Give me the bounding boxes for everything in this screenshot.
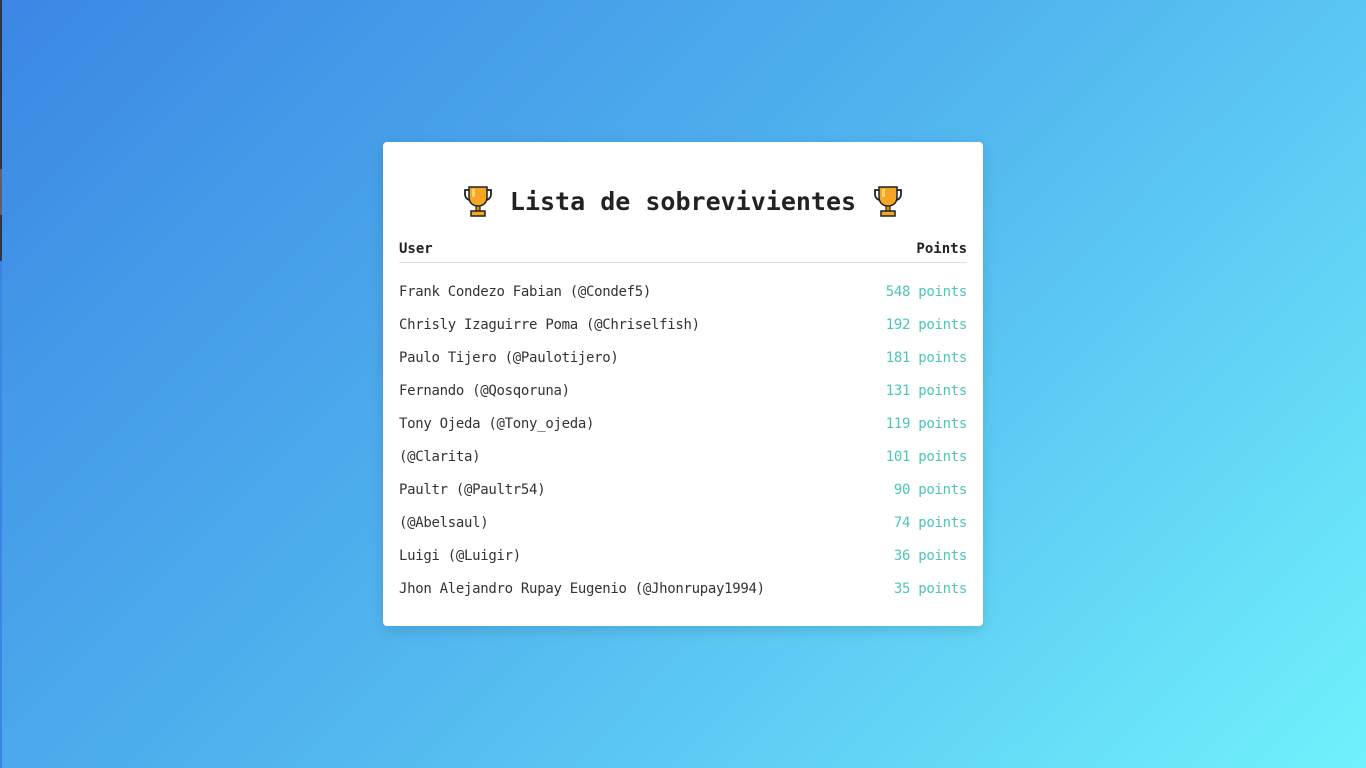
table-row: Frank Condezo Fabian (@Condef5) 548 poin… [399, 275, 967, 308]
trophy-icon [874, 186, 902, 217]
user-points: 36 points [893, 547, 967, 564]
table-row: Paulo Tijero (@Paulotijero) 181 points [399, 341, 967, 374]
user-points: 35 points [893, 580, 967, 597]
leaderboard-card: Lista de sobrevivientes User Points Fran… [383, 142, 983, 626]
table-row: Paultr (@Paultr54) 90 points [399, 473, 967, 506]
user-name: Chrisly Izaguirre Poma (@Chriselfish) [399, 316, 700, 333]
user-points: 181 points [885, 349, 968, 366]
user-points: 74 points [893, 514, 967, 531]
table-row: Chrisly Izaguirre Poma (@Chriselfish) 19… [399, 308, 967, 341]
user-name: (@Clarita) [399, 448, 481, 465]
user-points: 90 points [893, 481, 967, 498]
table-row: Fernando (@Qosqoruna) 131 points [399, 374, 967, 407]
page-title: Lista de sobrevivientes [509, 186, 857, 216]
user-points: 131 points [885, 382, 968, 399]
table-row: Luigi (@Luigir) 36 points [399, 539, 967, 572]
user-name: (@Abelsaul) [399, 514, 489, 531]
user-name: Jhon Alejandro Rupay Eugenio (@Jhonrupay… [399, 580, 765, 597]
user-name: Luigi (@Luigir) [399, 547, 521, 564]
title-row: Lista de sobrevivientes [399, 182, 967, 220]
table-row: (@Abelsaul) 74 points [399, 506, 967, 539]
user-points: 119 points [885, 415, 968, 432]
window-edge [0, 0, 2, 768]
leaderboard-list: Frank Condezo Fabian (@Condef5) 548 poin… [399, 275, 967, 605]
table-header: User Points [399, 241, 967, 263]
user-points: 548 points [885, 283, 968, 300]
table-row: Tony Ojeda (@Tony_ojeda) 119 points [399, 407, 967, 440]
trophy-icon [464, 186, 492, 217]
user-points: 192 points [885, 316, 968, 333]
column-header-points: Points [916, 241, 967, 257]
user-name: Frank Condezo Fabian (@Condef5) [399, 283, 651, 300]
column-header-user: User [399, 241, 433, 257]
user-points: 101 points [885, 448, 968, 465]
user-name: Paulo Tijero (@Paulotijero) [399, 349, 619, 366]
user-name: Fernando (@Qosqoruna) [399, 382, 570, 399]
user-name: Tony Ojeda (@Tony_ojeda) [399, 415, 595, 432]
table-row: (@Clarita) 101 points [399, 440, 967, 473]
user-name: Paultr (@Paultr54) [399, 481, 546, 498]
table-row: Jhon Alejandro Rupay Eugenio (@Jhonrupay… [399, 572, 967, 605]
